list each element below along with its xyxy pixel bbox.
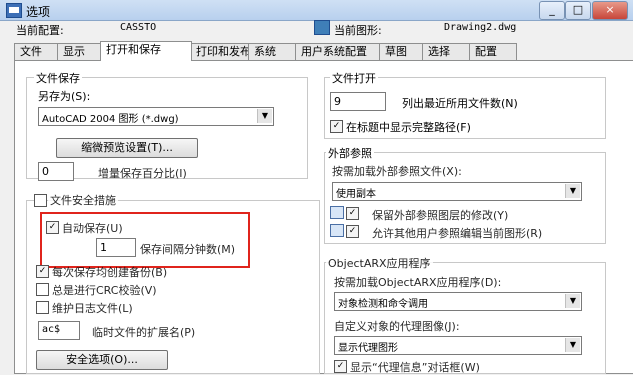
close-button[interactable]: × [592,1,628,20]
proxy-images-label: 自定义对象的代理图像(J): [334,320,460,333]
xref-demand-value: 使用副本 [336,189,376,200]
title-bar: 选项 _ □ × [0,0,633,21]
retain-changes-check[interactable]: ✓ [346,207,359,220]
current-drawing-label: 当前图形: [334,24,382,37]
save-as-value: AutoCAD 2004 图形 (*.dwg) [42,114,179,125]
tab-user-preferences[interactable]: 用户系统配置 [295,43,391,61]
full-path-label: 在标题中显示完整路径(F) [346,121,471,134]
tab-drafting[interactable]: 草图 [379,43,423,61]
arx-demand-select[interactable]: 对象检测和命令调用 ▼ [334,292,582,311]
xref-demand-select[interactable]: 使用副本 ▼ [332,182,582,201]
tab-system[interactable]: 系统 [248,43,296,61]
drawing-icon [314,20,330,35]
allow-edit-check[interactable]: ✓ [346,225,359,238]
objectarx-title: ObjectARX应用程序 [326,255,433,271]
proxy-warning-label: 显示“代理信息”对话框(W) [350,361,480,374]
file-save-title: 文件保存 [34,70,82,86]
incremental-save-input[interactable]: 0 [38,162,74,181]
temp-ext-label: 临时文件的扩展名(P) [92,326,196,339]
retain-changes-label: 保留外部参照图层的修改(Y) [372,209,509,222]
chevron-down-icon: ▼ [565,184,580,198]
tab-selection[interactable]: 选择 [422,43,470,61]
allow-edit-checkbox[interactable] [330,224,344,237]
maximize-button[interactable]: □ [565,1,591,20]
proxy-warning-checkbox[interactable]: ✓ [334,360,347,373]
chevron-down-icon: ▼ [257,109,272,123]
security-options-button[interactable]: 安全选项(O)... [36,350,168,370]
proxy-images-select[interactable]: 显示代理图形 ▼ [334,336,582,355]
current-profile-label: 当前配置: [16,24,64,37]
file-open-title: 文件打开 [330,70,378,86]
tab-profiles[interactable]: 配置 [469,43,517,61]
xref-demand-label: 按需加载外部参照文件(X): [332,165,462,178]
allow-edit-label: 允许其他用户参照编辑当前图形(R) [372,227,543,240]
app-icon [6,3,22,18]
highlight-annotation [40,212,250,268]
safety-group-checkbox[interactable] [34,194,47,207]
current-drawing-value: Drawing2.dwg [444,22,517,33]
incremental-save-value: 0 [42,165,49,178]
minimize-button[interactable]: _ [539,1,565,20]
file-safety-title: 文件安全措施 [48,192,118,208]
proxy-images-value: 显示代理图形 [338,343,398,354]
arx-demand-label: 按需加载ObjectARX应用程序(D): [334,276,502,289]
backup-checkbox[interactable]: ✓ [36,265,49,278]
full-path-checkbox[interactable]: ✓ [330,120,343,133]
log-label: 维护日志文件(L) [52,302,133,315]
crc-label: 总是进行CRC校验(V) [52,284,157,297]
incremental-save-label: 增量保存百分比(I) [98,167,187,180]
recent-files-label: 列出最近所用文件数(N) [402,97,518,110]
tab-open-save[interactable]: 打开和保存 [100,41,192,61]
chevron-down-icon: ▼ [565,294,580,308]
backup-label: 每次保存均创建备份(B) [52,266,168,279]
log-checkbox[interactable] [36,301,49,314]
retain-changes-checkbox[interactable] [330,206,344,219]
save-as-select[interactable]: AutoCAD 2004 图形 (*.dwg) ▼ [38,107,274,126]
tab-display[interactable]: 显示 [57,43,101,61]
chevron-down-icon: ▼ [565,338,580,352]
recent-files-value: 9 [334,95,341,108]
recent-files-input[interactable]: 9 [330,92,386,111]
window-title: 选项 [26,5,51,19]
arx-demand-value: 对象检测和命令调用 [338,299,428,310]
temp-ext-input[interactable]: ac$ [38,321,80,340]
xref-title: 外部参照 [326,145,374,161]
thumbnail-settings-button[interactable]: 缩微预览设置(T)... [56,138,198,158]
temp-ext-value: ac$ [42,324,61,335]
save-as-label: 另存为(S): [38,90,91,103]
current-profile-value: CASSTO [120,22,157,33]
crc-checkbox[interactable] [36,283,49,296]
tab-files[interactable]: 文件 [14,43,58,61]
